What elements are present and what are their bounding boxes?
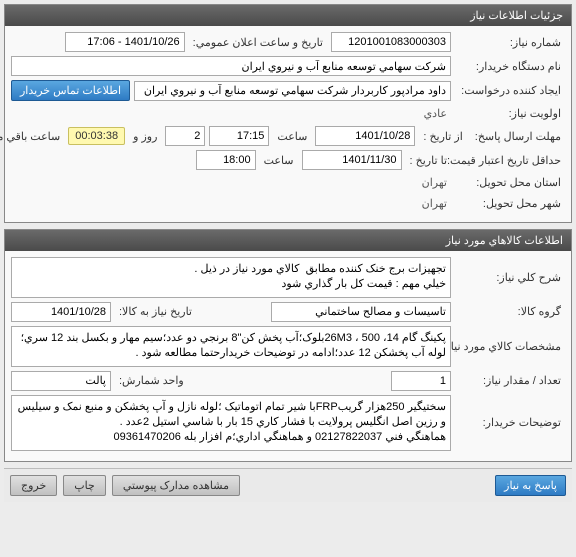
unit-field[interactable]: [11, 371, 111, 391]
remaining-label: ساعت باقي مانده: [0, 128, 64, 145]
panel1-body: شماره نياز: تاريخ و ساعت اعلان عمومي: نا…: [5, 26, 571, 222]
desc-field[interactable]: تجهيزات برج خنک کننده مطابق کالاي مورد ن…: [11, 257, 451, 298]
deadline-label: مهلت ارسال پاسخ:: [471, 128, 565, 145]
deadline-time-field[interactable]: [209, 126, 269, 146]
time-label-2: ساعت: [260, 152, 298, 169]
announce-field[interactable]: [65, 32, 185, 52]
buyer-field[interactable]: [11, 56, 451, 76]
exit-button[interactable]: خروج: [10, 475, 57, 496]
announce-label: تاريخ و ساعت اعلان عمومي:: [189, 34, 327, 51]
panel2-body: شرح کلي نياز: تجهيزات برج خنک کننده مطاب…: [5, 251, 571, 461]
need-date-field[interactable]: [11, 302, 111, 322]
countdown-timer: 00:03:38: [68, 127, 125, 145]
delivery-province-value: تهران: [418, 174, 451, 191]
desc-label: شرح کلي نياز:: [455, 269, 565, 286]
unit-label: واحد شمارش:: [115, 372, 188, 389]
days-field[interactable]: [165, 126, 205, 146]
spec-label: مشخصات کالاي مورد نياز:: [455, 338, 565, 355]
delivery-province-label: استان محل تحويل:: [455, 174, 565, 191]
spec-field[interactable]: پکينگ گام 14، 500 ، 26M3بلوک؛آب پخش کن"8…: [11, 326, 451, 367]
from-label: از تاريخ :: [419, 128, 466, 145]
group-label: گروه کالا:: [455, 303, 565, 320]
requester-field[interactable]: [134, 81, 451, 101]
need-no-field[interactable]: [331, 32, 451, 52]
goods-info-panel: اطلاعات کالاهاي مورد نياز شرح کلي نياز: …: [4, 229, 572, 462]
days-label: روز و: [129, 128, 161, 145]
panel1-header: جزئيات اطلاعات نياز: [5, 5, 571, 26]
time-label-1: ساعت: [273, 128, 311, 145]
requester-label: ايجاد کننده درخواست:: [455, 82, 565, 99]
buyer-notes-field[interactable]: سختيگير 250هزار گريبFRPبا شير تمام اتوما…: [11, 395, 451, 451]
view-attachments-button[interactable]: مشاهده مدارک پيوستي: [112, 475, 240, 496]
priority-label: اولويت نياز:: [455, 105, 565, 122]
until-label: تا تاريخ :: [406, 152, 451, 169]
panel2-header: اطلاعات کالاهاي مورد نياز: [5, 230, 571, 251]
group-field[interactable]: [271, 302, 451, 322]
qty-field[interactable]: [391, 371, 451, 391]
contact-buyer-button[interactable]: اطلاعات تماس خريدار: [11, 80, 130, 101]
panel1-title: جزئيات اطلاعات نياز: [470, 10, 563, 22]
footer-bar: پاسخ به نياز مشاهده مدارک پيوستي چاپ خرو…: [4, 468, 572, 502]
need-date-label: تاريخ نياز به کالا:: [115, 303, 196, 320]
panel2-title: اطلاعات کالاهاي مورد نياز: [446, 235, 563, 247]
need-details-panel: جزئيات اطلاعات نياز شماره نياز: تاريخ و …: [4, 4, 572, 223]
validity-time-field[interactable]: [196, 150, 256, 170]
delivery-city-label: شهر محل تحويل:: [455, 195, 565, 212]
qty-label: تعداد / مقدار نياز:: [455, 372, 565, 389]
answer-need-button[interactable]: پاسخ به نياز: [495, 475, 566, 496]
buyer-notes-label: توضيحات خريدار:: [455, 414, 565, 431]
priority-value: عادي: [420, 105, 451, 122]
deadline-date-field[interactable]: [315, 126, 415, 146]
print-button[interactable]: چاپ: [63, 475, 106, 496]
validity-label: حداقل تاريخ اعتبار قيمت:: [455, 152, 565, 169]
buyer-label: نام دستگاه خريدار:: [455, 58, 565, 75]
need-no-label: شماره نياز:: [455, 34, 565, 51]
validity-date-field[interactable]: [302, 150, 402, 170]
delivery-city-value: تهران: [418, 195, 451, 212]
